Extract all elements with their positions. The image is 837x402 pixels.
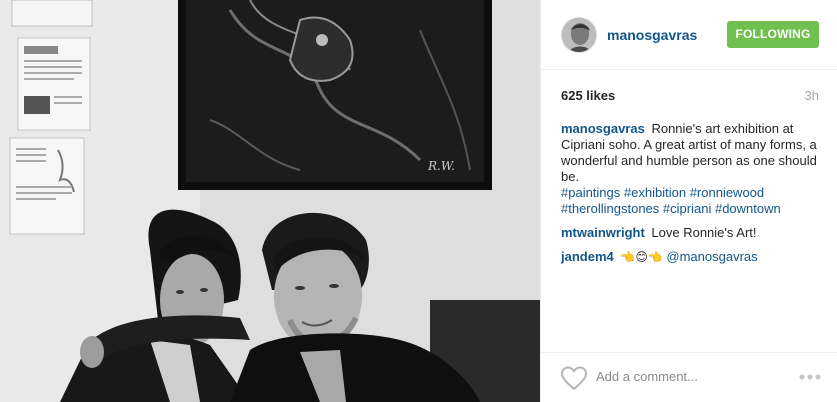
post-header: manosgavras FOLLOWING [541, 0, 837, 70]
post-photo[interactable]: R.W. [0, 0, 540, 402]
svg-text:R.W.: R.W. [427, 159, 455, 173]
comment-author-link[interactable]: mtwainwright [561, 225, 645, 240]
more-options-icon[interactable] [798, 369, 822, 385]
hashtag-link[interactable]: #ronniewood [690, 185, 764, 200]
avatar[interactable] [561, 17, 597, 53]
comment-item: mtwainwright Love Ronnie's Art! [561, 225, 823, 241]
hashtag-link[interactable]: #paintings [561, 185, 620, 200]
avatar-image [562, 18, 596, 52]
following-button[interactable]: FOLLOWING [727, 21, 819, 48]
caption: manosgavras Ronnie's art exhibition at C… [561, 121, 823, 217]
heart-outline-icon[interactable] [560, 365, 588, 391]
likes-count[interactable]: 625 likes [561, 88, 615, 103]
username-link[interactable]: manosgavras [607, 27, 697, 43]
hashtag-link[interactable]: #therollingstones [561, 201, 659, 216]
post-sidebar: manosgavras FOLLOWING 625 likes 3h manos… [540, 0, 837, 402]
comment-text: Love Ronnie's Art! [651, 225, 757, 240]
comment-author-link[interactable]: jandem4 [561, 249, 614, 264]
post-actions: Add a comment... [541, 352, 837, 402]
hashtag-link[interactable]: #cipriani [663, 201, 711, 216]
add-comment-input[interactable]: Add a comment... [596, 369, 698, 384]
caption-author-link[interactable]: manosgavras [561, 121, 645, 136]
comments-list: manosgavras Ronnie's art exhibition at C… [561, 121, 823, 273]
mention-link[interactable]: @manosgavras [666, 249, 757, 264]
hashtag-link[interactable]: #exhibition [624, 185, 686, 200]
comment-emoji: 👈😊👈 [620, 250, 663, 264]
hashtag-link[interactable]: #downtown [715, 201, 781, 216]
comment-item: jandem4 👈😊👈 @manosgavras [561, 249, 823, 265]
post-time[interactable]: 3h [805, 88, 819, 103]
photo-illustration: R.W. [0, 0, 540, 402]
